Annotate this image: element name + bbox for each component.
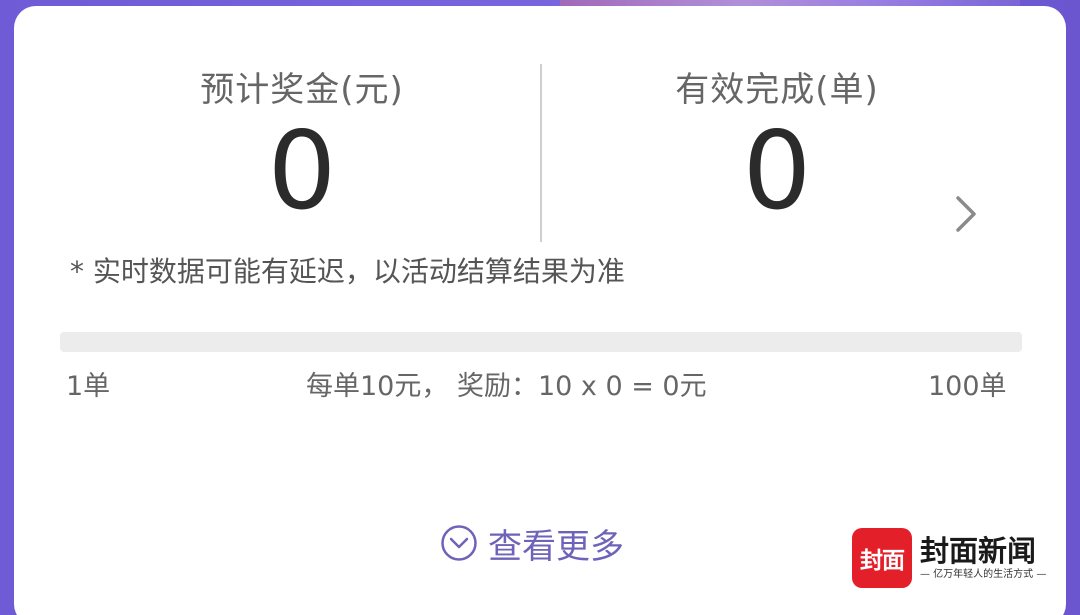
view-more-label: 查看更多: [488, 526, 624, 567]
watermark-logo: 封面 封面新闻 — 亿万年轻人的生活方式 —: [852, 528, 1046, 588]
progress-bar: [60, 332, 1022, 352]
watermark-title: 封面新闻: [920, 534, 1037, 568]
progress-max-label: 100单: [928, 371, 1007, 402]
bonus-label: 预计奖金(元): [200, 70, 404, 110]
watermark-badge: 封面: [852, 528, 912, 588]
completed-label: 有效完成(单): [675, 70, 879, 110]
watermark-text: 封面新闻 — 亿万年轻人的生活方式 —: [920, 534, 1046, 582]
circle-chevron-down-icon: [441, 525, 477, 561]
progress-min-label: 1单: [66, 371, 111, 402]
activity-card: 预计奖金(元) 0 有效完成(单) 0 * 实时数据可能有延迟，以活动结算结果为…: [14, 6, 1066, 615]
chevron-right-icon[interactable]: [944, 192, 984, 236]
watermark-slogan: — 亿万年轻人的生活方式 —: [920, 569, 1047, 580]
completed-value: 0: [742, 109, 812, 234]
delay-note: * 实时数据可能有延迟，以活动结算结果为准: [70, 255, 625, 288]
stats-divider: [540, 64, 542, 242]
view-more-button[interactable]: 查看更多: [440, 518, 624, 568]
bonus-value: 0: [267, 109, 337, 234]
reward-text: 每单10元， 奖励：10 x 0 = 0元: [306, 371, 707, 402]
stats-panel[interactable]: 预计奖金(元) 0 有效完成(单) 0: [14, 6, 1066, 246]
